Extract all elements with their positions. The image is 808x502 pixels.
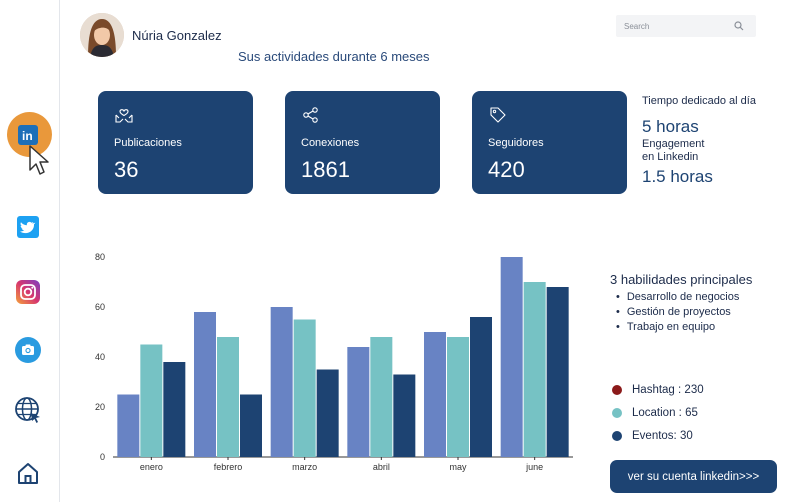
time-summary: Tiempo dedicado al día 5 horas Engagemen…	[642, 95, 756, 188]
search-icon[interactable]	[734, 21, 744, 31]
sidebar-item-instagram[interactable]	[13, 277, 43, 307]
engagement-label-2: en Linkedin	[642, 151, 699, 163]
mouse-cursor-icon	[29, 145, 49, 175]
chart-bar	[140, 344, 163, 457]
globe-icon	[15, 397, 40, 423]
skill-item: Trabajo en equipo	[616, 320, 752, 335]
x-tick-label: febrero	[214, 462, 243, 472]
tag-icon	[490, 107, 506, 123]
engagement-value: 1.5 horas	[642, 167, 713, 186]
chart-bar	[293, 319, 316, 457]
camera-icon	[15, 337, 41, 363]
x-tick-label: june	[525, 462, 543, 472]
home-icon	[18, 463, 38, 484]
sidebar: in	[0, 0, 60, 502]
y-tick-label: 40	[95, 352, 105, 362]
legend-dot	[612, 384, 622, 395]
engagement-label-1: Engagement	[642, 138, 705, 150]
legend-dot	[612, 407, 622, 418]
avatar[interactable]	[80, 13, 124, 57]
stat-value: 420	[488, 157, 525, 182]
sidebar-item-camera[interactable]	[13, 335, 43, 365]
legend-item-hashtag: Hashtag : 230	[612, 378, 704, 401]
stats-legend: Hashtag : 230 Location : 65 Eventos: 30	[612, 378, 704, 447]
instagram-icon	[16, 280, 40, 304]
chart-bar	[240, 394, 262, 457]
linkedin-glyph: in	[22, 129, 33, 143]
stat-card-seguidores: Seguidores 420	[472, 91, 627, 194]
legend-label: Location : 65	[632, 406, 698, 419]
legend-item-location: Location : 65	[612, 401, 704, 424]
stat-card-conexiones: Conexiones 1861	[285, 91, 440, 194]
chart-bar	[500, 257, 523, 457]
skill-item: Gestión de proyectos	[616, 305, 752, 320]
legend-label: Hashtag : 230	[632, 383, 704, 396]
stat-value: 1861	[301, 157, 350, 182]
stat-label: Publicaciones	[114, 137, 182, 149]
stat-label: Seguidores	[488, 137, 544, 149]
share-icon	[303, 107, 318, 123]
search-input[interactable]	[624, 21, 734, 31]
page-subtitle: Sus actividades durante 6 meses	[238, 49, 430, 64]
chart-bar	[117, 394, 140, 457]
x-tick-label: abril	[373, 462, 390, 472]
search-bar	[616, 15, 756, 37]
hands-heart-icon	[115, 109, 133, 123]
profile-name: Núria Gonzalez	[132, 27, 222, 43]
chart-bar	[270, 307, 293, 457]
chart-bar	[347, 347, 370, 457]
chart-bar	[523, 282, 546, 457]
chart-bar	[393, 374, 416, 457]
legend-label: Eventos: 30	[632, 429, 693, 442]
chart-bar	[316, 369, 339, 457]
chart-bar	[424, 332, 446, 457]
stat-card-publicaciones: Publicaciones 36	[98, 91, 253, 194]
twitter-icon	[17, 216, 39, 238]
legend-dot	[612, 430, 622, 441]
x-tick-label: enero	[140, 462, 163, 472]
chart-bar	[163, 362, 186, 457]
y-tick-label: 60	[95, 302, 105, 312]
stat-label: Conexiones	[301, 137, 360, 149]
chart-bar	[470, 317, 492, 457]
chart-bar	[447, 337, 469, 457]
y-tick-label: 0	[100, 452, 105, 462]
y-tick-label: 20	[95, 402, 105, 412]
time-value: 5 horas	[642, 117, 699, 136]
chart-bar	[217, 337, 239, 457]
linkedin-icon: in	[18, 125, 38, 145]
avatar-image	[80, 13, 124, 57]
legend-item-eventos: Eventos: 30	[612, 424, 704, 447]
chart-bar	[546, 287, 569, 457]
chart-bar	[194, 312, 216, 457]
x-tick-label: may	[449, 462, 467, 472]
view-linkedin-account-button[interactable]: ver su cuenta linkedin>>>	[610, 460, 777, 493]
skill-item: Desarrollo de negocios	[616, 290, 752, 305]
skills-panel: 3 habilidades principales Desarrollo de …	[610, 272, 752, 335]
skills-list: Desarrollo de negocios Gestión de proyec…	[610, 290, 752, 335]
skills-title: 3 habilidades principales	[610, 272, 753, 287]
time-label: Tiempo dedicado al día	[642, 95, 756, 107]
stat-value: 36	[114, 157, 139, 182]
chart-bar	[370, 337, 393, 457]
sidebar-item-twitter[interactable]	[13, 212, 43, 242]
activity-bar-chart: 0 20 40 60 80 enero febrero marzo abril may june	[95, 252, 573, 472]
x-tick-label: marzo	[292, 462, 317, 472]
sidebar-item-web[interactable]	[13, 395, 43, 425]
profile-header: Núria Gonzalez	[80, 13, 222, 57]
sidebar-item-home[interactable]	[13, 458, 43, 488]
y-tick-label: 80	[95, 252, 105, 262]
